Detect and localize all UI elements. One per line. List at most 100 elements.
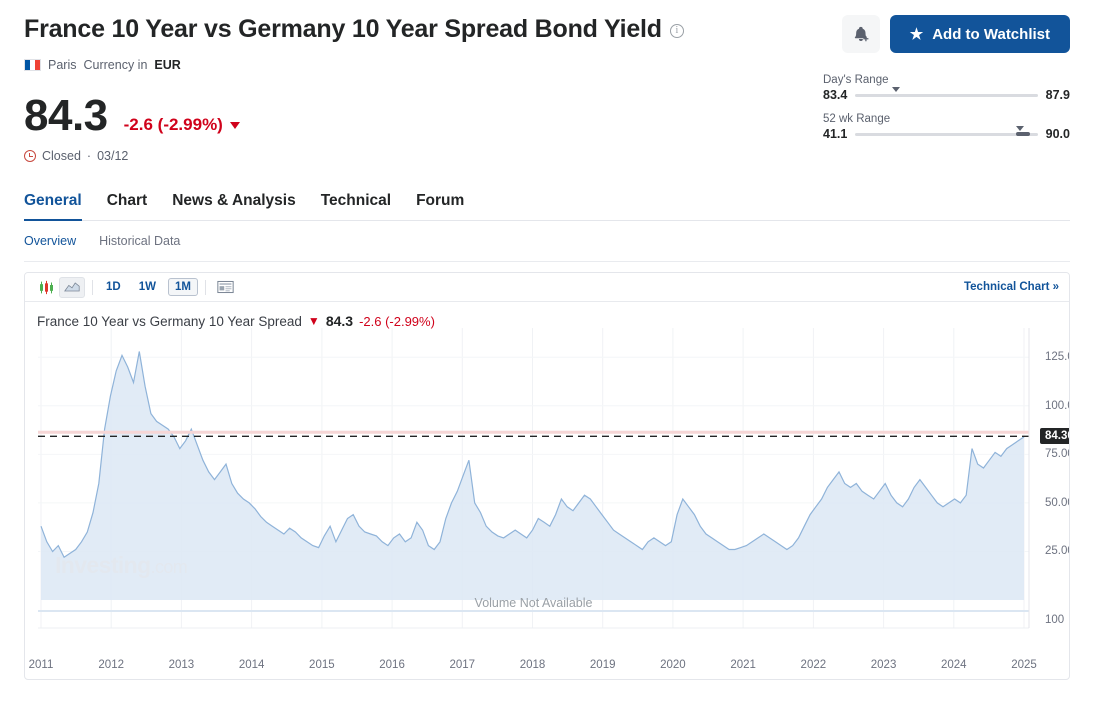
- y-axis-tick-label: 50.00: [1045, 496, 1069, 509]
- week52-range-label: 52 wk Range: [823, 113, 891, 125]
- x-axis-tick-label: 2019: [589, 659, 616, 671]
- add-to-watchlist-label: Add to Watchlist: [932, 25, 1050, 43]
- current-price-tag: 84.30: [1040, 428, 1069, 445]
- volume-not-available-note: Volume Not Available: [474, 596, 593, 610]
- x-axis-tick-label: 2021: [730, 659, 756, 671]
- week52-range-fill: [1015, 132, 1031, 136]
- toolbar-divider-2: [204, 279, 206, 295]
- interval-1w[interactable]: 1W: [133, 279, 162, 295]
- y-axis-tick-label: 75.00: [1045, 448, 1069, 461]
- news-table-icon[interactable]: [213, 277, 239, 298]
- price-row: 84.3 -2.6 (-2.99%): [24, 92, 684, 140]
- chart-change: -2.6 (-2.99%): [359, 313, 435, 329]
- week52-range-marker: [1015, 126, 1024, 131]
- week52-range-block: 52 wk Range 41.1 90.0: [823, 113, 1070, 141]
- header-left: France 10 Year vs Germany 10 Year Spread…: [24, 14, 684, 163]
- candlestick-chart-icon[interactable]: [33, 277, 59, 298]
- news-table-glyph: [217, 280, 235, 294]
- y-axis-tick-label: 25.00: [1045, 545, 1069, 558]
- create-alert-button[interactable]: [841, 15, 880, 53]
- status-date: 03/12: [97, 149, 129, 163]
- week52-range-track: [855, 132, 1038, 136]
- range-panel: Day's Range 83.4 87.9 52 wk Range 41.1 9…: [823, 74, 1070, 141]
- chart-instrument-name: France 10 Year vs Germany 10 Year Spread: [37, 313, 302, 329]
- days-range-block: Day's Range 83.4 87.9: [823, 74, 1070, 102]
- toolbar-divider-1: [92, 279, 93, 295]
- chart-header: France 10 Year vs Germany 10 Year Spread…: [25, 302, 1069, 329]
- y-axis: 125.00 100.00 75.00 50.00 25.00 84.30 100: [1029, 328, 1069, 676]
- area-chart-glyph: [64, 282, 80, 292]
- candlestick-glyph: [39, 280, 53, 294]
- last-price: 84.3: [24, 91, 108, 140]
- watermark-main: Investing: [55, 552, 151, 578]
- instrument-meta: Paris Currency in EUR: [24, 58, 684, 72]
- area-chart-icon[interactable]: [59, 276, 85, 298]
- x-axis-tick-label: 2013: [168, 659, 195, 671]
- sub-tabs: Overview Historical Data: [24, 234, 1070, 262]
- tab-general[interactable]: General: [24, 192, 82, 221]
- tab-chart[interactable]: Chart: [107, 192, 147, 220]
- price-change: -2.6 (-2.99%): [124, 115, 240, 135]
- week52-range-low: 41.1: [823, 127, 848, 141]
- x-axis-tick-label: 2016: [379, 659, 405, 671]
- watermark-suffix: .com: [150, 557, 188, 577]
- x-axis-tick-label: 2012: [98, 659, 124, 671]
- chart-toolbar: 1D 1W 1M Technical Chart »: [25, 273, 1069, 302]
- tab-technical[interactable]: Technical: [321, 192, 391, 220]
- x-axis-tick-label: 2011: [28, 659, 54, 671]
- currency-value: EUR: [154, 58, 181, 72]
- instrument-header: France 10 Year vs Germany 10 Year Spread…: [24, 0, 1070, 163]
- chart-down-arrow-icon: ▼: [307, 314, 320, 328]
- days-range-label: Day's Range: [823, 74, 889, 86]
- x-axis-tick-label: 2024: [940, 659, 967, 671]
- page-root: France 10 Year vs Germany 10 Year Spread…: [0, 0, 1094, 712]
- x-axis-tick-label: 2017: [449, 659, 476, 671]
- subtab-overview[interactable]: Overview: [24, 234, 76, 248]
- add-to-watchlist-button[interactable]: ★ Add to Watchlist: [889, 15, 1070, 53]
- header-actions: ★ Add to Watchlist: [841, 15, 1070, 53]
- bell-plus-icon: [855, 26, 869, 41]
- days-range-bar: [855, 87, 1038, 101]
- days-range-track: [855, 93, 1038, 97]
- page-title: France 10 Year vs Germany 10 Year Spread…: [24, 15, 662, 43]
- info-icon[interactable]: i: [669, 24, 684, 38]
- technical-chart-link[interactable]: Technical Chart »: [964, 281, 1059, 293]
- exchange-label: Paris: [48, 58, 77, 72]
- x-axis-tick-label: 2015: [309, 659, 335, 671]
- main-tabs: General Chart News & Analysis Technical Foru…: [24, 192, 1070, 221]
- status-separator: ·: [86, 149, 92, 163]
- x-axis: 2011 2012 2013 2014 2015 2016 2017 2018 2019 2020…: [29, 659, 1037, 675]
- days-range-line: 83.4 87.9: [823, 87, 1070, 102]
- days-range-low: 83.4: [823, 88, 848, 102]
- days-range-marker: [891, 87, 900, 92]
- volume-axis-label: 100: [1045, 614, 1065, 626]
- status-text: Closed: [42, 149, 81, 163]
- investing-watermark: Investing.com: [55, 552, 188, 579]
- chart-plot-area[interactable]: Investing.com Volume Not Available 125.0…: [38, 328, 1069, 676]
- price-area-chart: [38, 328, 1030, 629]
- caret-down-icon: [229, 121, 240, 129]
- x-axis-tick-label: 2025: [1011, 659, 1037, 671]
- interval-1d[interactable]: 1D: [100, 279, 127, 295]
- x-axis-tick-label: 2020: [660, 659, 686, 671]
- days-range-high: 87.9: [1045, 88, 1070, 102]
- x-axis-tick-label: 2022: [800, 659, 827, 671]
- market-status: Closed · 03/12: [24, 149, 684, 163]
- y-axis-tick-label: 125.00: [1045, 351, 1069, 364]
- x-axis-tick-label: 2023: [870, 659, 897, 671]
- interval-1m[interactable]: 1M: [167, 278, 198, 296]
- clock-icon: [24, 150, 36, 162]
- star-icon: ★: [909, 25, 924, 43]
- price-change-value: -2.6 (-2.99%): [123, 115, 223, 134]
- france-flag-icon: [24, 59, 41, 71]
- week52-range-high: 90.0: [1045, 127, 1070, 141]
- chart-card: 1D 1W 1M Technical Chart » France 10 Year …: [24, 272, 1070, 680]
- chart-last-price: 84.3: [325, 313, 354, 329]
- interval-group: 1D 1W 1M: [100, 278, 198, 296]
- tab-forum[interactable]: Forum: [416, 192, 464, 220]
- header-right: ★ Add to Watchlist Day's Range 83.4 87.9: [823, 14, 1070, 141]
- x-axis-tick-label: 2014: [238, 659, 265, 671]
- subtab-historical-data[interactable]: Historical Data: [99, 234, 180, 248]
- tab-news-analysis[interactable]: News & Analysis: [172, 192, 295, 220]
- title-row: France 10 Year vs Germany 10 Year Spread…: [24, 14, 684, 44]
